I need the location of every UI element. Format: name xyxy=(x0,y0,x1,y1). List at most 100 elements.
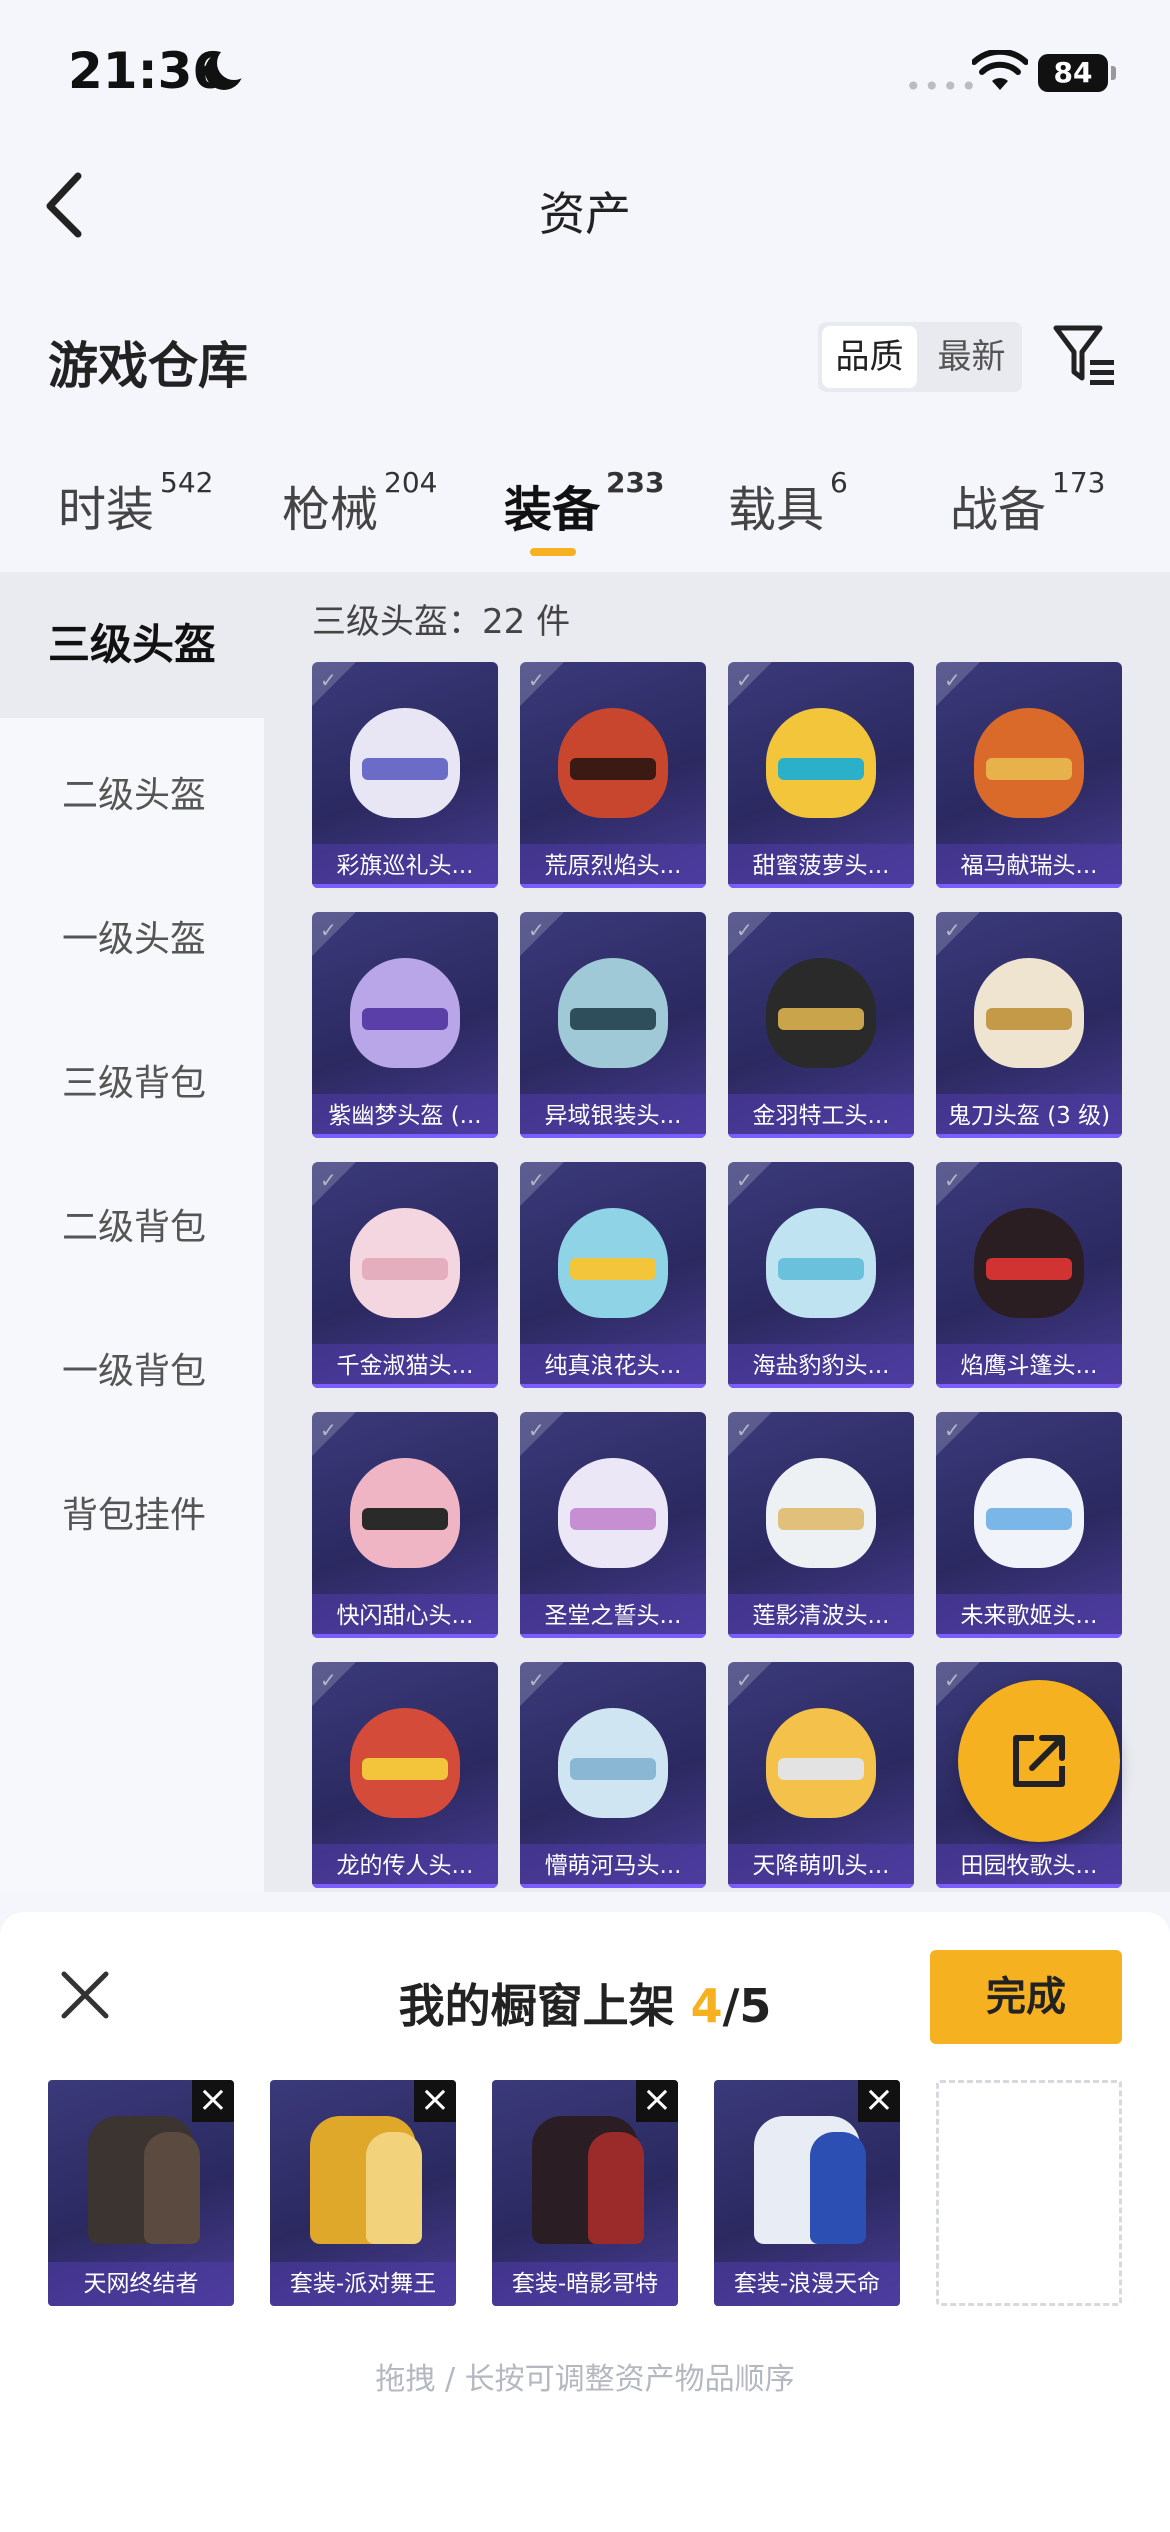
rarity-bar xyxy=(520,1384,706,1388)
rarity-bar xyxy=(312,1634,498,1638)
sidebar-item-level1-helmet[interactable]: 一级头盔 xyxy=(0,910,264,962)
helmet-visor xyxy=(778,1758,864,1780)
check-icon: ✓ xyxy=(320,1418,337,1442)
remove-icon[interactable]: × xyxy=(636,2080,678,2122)
remove-icon[interactable]: × xyxy=(192,2080,234,2122)
item-card[interactable]: ✓ 天降萌叽头... xyxy=(728,1662,914,1888)
item-name: 荒原烈焰头... xyxy=(520,844,706,888)
item-name: 千金淑猫头... xyxy=(312,1344,498,1388)
item-card[interactable]: ✓ 莲影清波头... xyxy=(728,1412,914,1638)
tab-weapons[interactable]: 枪械 204 xyxy=(282,466,437,540)
check-icon: ✓ xyxy=(944,1418,961,1442)
helmet-visor xyxy=(570,1258,656,1280)
rarity-bar xyxy=(312,1134,498,1138)
check-icon: ✓ xyxy=(736,918,753,942)
sort-newest-option[interactable]: 最新 xyxy=(921,322,1022,392)
remove-icon[interactable]: × xyxy=(858,2080,900,2122)
active-tab-indicator xyxy=(530,548,576,556)
item-card[interactable]: ✓ 未来歌姬头... xyxy=(936,1412,1122,1638)
helmet-visor xyxy=(362,1508,448,1530)
rarity-bar xyxy=(936,1884,1122,1888)
item-name: 圣堂之誓头... xyxy=(520,1594,706,1638)
item-card[interactable]: ✓ 焰鹰斗篷头... xyxy=(936,1162,1122,1388)
helmet-visor xyxy=(362,1008,448,1030)
item-card[interactable]: ✓ 海盐豹豹头... xyxy=(728,1162,914,1388)
filter-icon[interactable] xyxy=(1052,322,1118,386)
item-name: 田园牧歌头... xyxy=(936,1844,1122,1888)
sidebar-item-level1-backpack[interactable]: 一级背包 xyxy=(0,1342,264,1394)
showcase-slot[interactable]: 套装-暗影哥特 × xyxy=(492,2080,678,2306)
item-card[interactable]: ✓ 甜蜜菠萝头... xyxy=(728,662,914,888)
check-icon: ✓ xyxy=(944,668,961,692)
tab-outfit[interactable]: 时装 542 xyxy=(58,466,213,540)
item-card[interactable]: ✓ 懵萌河马头... xyxy=(520,1662,706,1888)
outfit-image-secondary xyxy=(810,2132,866,2244)
showcase-slot[interactable]: 套装-浪漫天命 × xyxy=(714,2080,900,2306)
item-name: 海盐豹豹头... xyxy=(728,1344,914,1388)
share-button[interactable] xyxy=(958,1680,1120,1842)
check-icon: ✓ xyxy=(528,668,545,692)
helmet-visor xyxy=(362,1258,448,1280)
check-icon: ✓ xyxy=(320,918,337,942)
check-icon: ✓ xyxy=(944,918,961,942)
rarity-bar xyxy=(520,1134,706,1138)
check-icon: ✓ xyxy=(320,1168,337,1192)
status-time: 21:36 xyxy=(68,42,228,100)
sidebar-item-level3-backpack[interactable]: 三级背包 xyxy=(0,1054,264,1106)
item-card[interactable]: ✓ 异域银装头... xyxy=(520,912,706,1138)
sort-quality-option[interactable]: 品质 xyxy=(822,326,918,388)
helmet-visor xyxy=(362,1758,448,1780)
empty-showcase-slot[interactable] xyxy=(936,2080,1122,2306)
item-card[interactable]: ✓ 彩旗巡礼头... xyxy=(312,662,498,888)
sort-toggle[interactable]: 品质 最新 xyxy=(818,322,1022,392)
check-icon: ✓ xyxy=(528,1168,545,1192)
tab-supplies[interactable]: 战备 173 xyxy=(950,466,1105,540)
showcase-slot[interactable]: 天网终结者 × xyxy=(48,2080,234,2306)
warehouse-title: 游戏仓库 xyxy=(48,337,248,395)
item-card[interactable]: ✓ 鬼刀头盔 (3 级) xyxy=(936,912,1122,1138)
slot-name: 套装-派对舞王 xyxy=(270,2262,456,2306)
sidebar-item-level2-helmet[interactable]: 二级头盔 xyxy=(0,766,264,818)
item-card[interactable]: ✓ 福马献瑞头... xyxy=(936,662,1122,888)
rarity-bar xyxy=(520,1884,706,1888)
tab-vehicles[interactable]: 载具 6 xyxy=(728,466,848,540)
rarity-bar xyxy=(936,1134,1122,1138)
sidebar-item-level2-backpack[interactable]: 二级背包 xyxy=(0,1198,264,1250)
check-icon: ✓ xyxy=(736,1668,753,1692)
check-icon: ✓ xyxy=(320,668,337,692)
remove-icon[interactable]: × xyxy=(414,2080,456,2122)
check-icon: ✓ xyxy=(528,918,545,942)
check-icon: ✓ xyxy=(944,1168,961,1192)
wifi-icon xyxy=(972,50,1028,90)
outfit-image-secondary xyxy=(588,2132,644,2244)
slot-name: 套装-浪漫天命 xyxy=(714,2262,900,2306)
outfit-image-secondary xyxy=(366,2132,422,2244)
showcase-slot[interactable]: 套装-派对舞王 × xyxy=(270,2080,456,2306)
item-card[interactable]: ✓ 快闪甜心头... xyxy=(312,1412,498,1638)
check-icon: ✓ xyxy=(944,1668,961,1692)
tab-equipment[interactable]: 装备 233 xyxy=(504,466,664,540)
signal-icon: •••• xyxy=(905,70,980,103)
helmet-visor xyxy=(986,1508,1072,1530)
check-icon: ✓ xyxy=(736,1168,753,1192)
item-card[interactable]: ✓ 千金淑猫头... xyxy=(312,1162,498,1388)
helmet-visor xyxy=(778,758,864,780)
check-icon: ✓ xyxy=(320,1668,337,1692)
helmet-visor xyxy=(778,1508,864,1530)
helmet-visor xyxy=(570,1508,656,1530)
done-button[interactable]: 完成 xyxy=(930,1950,1122,2044)
outfit-image-secondary xyxy=(144,2132,200,2244)
rarity-bar xyxy=(728,884,914,888)
rarity-bar xyxy=(312,1884,498,1888)
item-card[interactable]: ✓ 圣堂之誓头... xyxy=(520,1412,706,1638)
rarity-bar xyxy=(312,1384,498,1388)
sidebar-item-level3-helmet[interactable]: 三级头盔 xyxy=(0,572,264,718)
item-card[interactable]: ✓ 金羽特工头... xyxy=(728,912,914,1138)
item-card[interactable]: ✓ 荒原烈焰头... xyxy=(520,662,706,888)
slot-name: 天网终结者 xyxy=(48,2262,234,2306)
status-bar: 21:36 •••• 84 xyxy=(0,0,1170,140)
item-card[interactable]: ✓ 纯真浪花头... xyxy=(520,1162,706,1388)
item-card[interactable]: ✓ 紫幽梦头盔 (... xyxy=(312,912,498,1138)
sidebar-item-backpack-charm[interactable]: 背包挂件 xyxy=(0,1486,264,1538)
item-card[interactable]: ✓ 龙的传人头... xyxy=(312,1662,498,1888)
